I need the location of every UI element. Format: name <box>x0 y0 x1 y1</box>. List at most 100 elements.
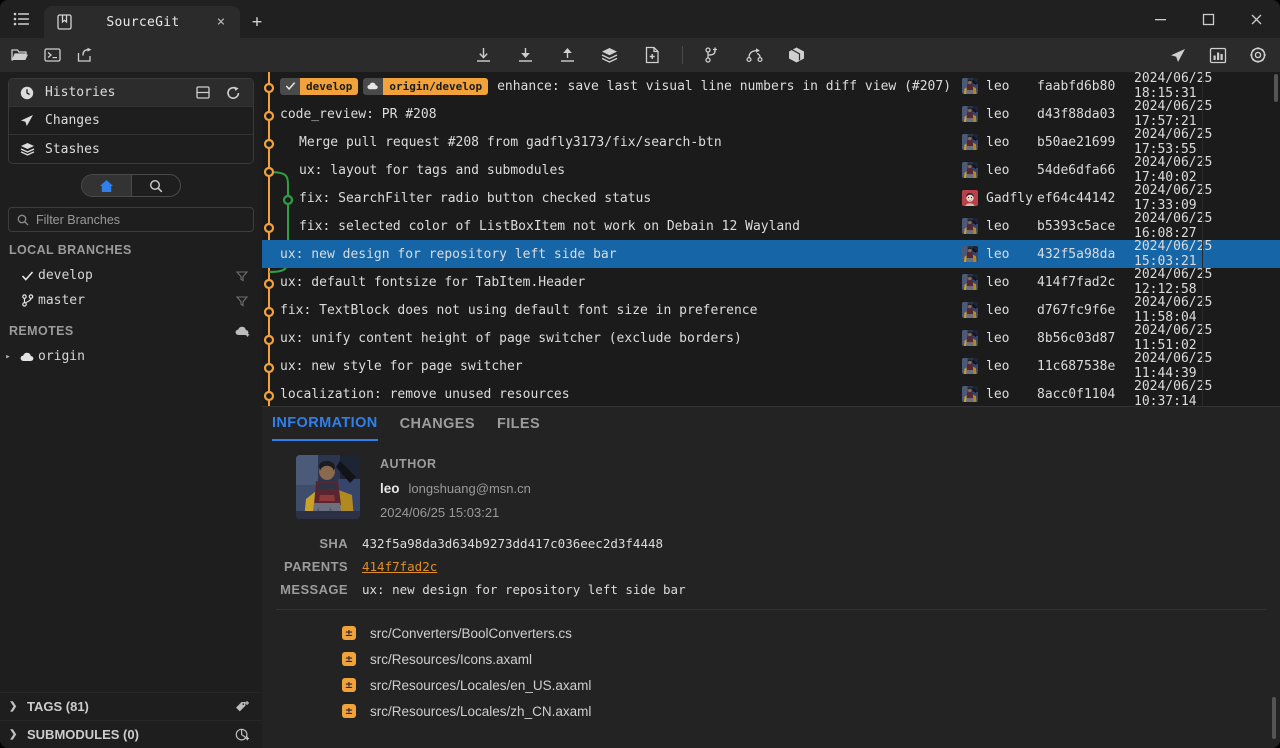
hamburger-menu-icon[interactable] <box>0 0 44 38</box>
commit-list[interactable]: develop origin/develop enhance: save last … <box>262 72 1280 406</box>
branch-decorator[interactable]: origin/develop <box>363 77 489 95</box>
commit-sha: faabfd6b80 <box>1037 78 1116 94</box>
commit-row[interactable]: ux: new style for page switcher leo 11c687… <box>262 351 1280 381</box>
commit-message: code_review: PR #208 <box>280 106 437 122</box>
files-scrollbar[interactable] <box>1272 697 1276 739</box>
refresh-icon[interactable] <box>223 86 243 100</box>
submodules-section[interactable]: ❯ SUBMODULES (0) <box>0 720 262 748</box>
filter-branches-box[interactable] <box>8 207 254 232</box>
avatar <box>962 190 978 206</box>
apply-patch-icon[interactable] <box>638 42 666 68</box>
commit-subject-cell: ux: unify content height of page switche… <box>280 324 742 352</box>
commit-subject-cell: ux: new style for page switcher <box>280 352 523 380</box>
commit-sha: d43f88da03 <box>1037 106 1116 122</box>
branch-item-master[interactable]: master <box>0 288 262 313</box>
avatar <box>962 134 978 150</box>
push-icon[interactable] <box>554 42 582 68</box>
sidebar-item-stashes[interactable]: Stashes <box>9 135 253 163</box>
close-tab-icon[interactable]: × <box>212 14 230 30</box>
preference-icon[interactable] <box>1244 42 1272 68</box>
remote-item-origin[interactable]: ▸ origin <box>0 344 262 369</box>
tags-label: TAGS (81) <box>27 699 89 714</box>
branch-icon <box>16 294 38 307</box>
add-tag-icon[interactable] <box>231 700 253 714</box>
detail-field-value: ux: new design for repository left side … <box>362 582 686 597</box>
detail-field: MESSAGE ux: new design for repository lef… <box>262 582 1280 597</box>
file-row[interactable]: ± src/Resources/Locales/zh_CN.axaml <box>262 698 1280 724</box>
commit-row[interactable]: fix: TextBlock does not using default fo… <box>262 295 1280 325</box>
new-tab-button[interactable]: + <box>240 6 274 38</box>
commit-row[interactable]: ux: default fontsize for TabItem.Header l… <box>262 267 1280 297</box>
commit-subject-cell: localization: remove unused resources <box>280 380 570 406</box>
pull-icon[interactable] <box>512 42 540 68</box>
add-submodule-icon[interactable] <box>231 728 253 742</box>
commit-row[interactable]: ux: unify content height of page switche… <box>262 323 1280 353</box>
tab-changes[interactable]: CHANGES <box>400 407 475 441</box>
minimize-button[interactable] <box>1136 0 1184 38</box>
parent-commit-link[interactable]: 414f7fad2c <box>362 559 437 574</box>
cherry-pick-icon[interactable] <box>741 42 769 68</box>
avatar <box>962 330 978 346</box>
file-path: src/Resources/Locales/zh_CN.axaml <box>370 703 592 719</box>
avatar <box>962 302 978 318</box>
commit-row[interactable]: code_review: PR #208 leo d43f88da03 2024/06… <box>262 99 1280 129</box>
commit-detail-pane: INFORMATION CHANGES FILES AUTHOR leo lon… <box>262 406 1280 748</box>
statistics-icon[interactable] <box>1204 42 1232 68</box>
send-icon[interactable] <box>1164 42 1192 68</box>
sidebar-item-changes[interactable]: Changes <box>9 107 253 135</box>
search-icon <box>17 214 29 226</box>
changed-files-list[interactable]: ± src/Converters/BoolConverters.cs ± src/Re… <box>262 610 1280 724</box>
commit-row[interactable]: fix: selected color of ListBoxItem not w… <box>262 211 1280 241</box>
file-row[interactable]: ± src/Converters/BoolConverters.cs <box>262 620 1280 646</box>
change-type-badge: ± <box>342 652 356 666</box>
search-input[interactable] <box>36 212 245 227</box>
layout-icon[interactable] <box>193 86 213 99</box>
home-view-button[interactable] <box>82 175 131 196</box>
commit-row[interactable]: Merge pull request #208 from gadfly3173/… <box>262 127 1280 157</box>
author-identity: leo longshuang@msn.cn <box>380 481 531 496</box>
tags-section[interactable]: ❯ TAGS (81) <box>0 692 262 720</box>
commit-author-name: leo <box>986 162 1010 178</box>
maximize-button[interactable] <box>1184 0 1232 38</box>
commit-time: 2024/06/25 17:33:09 <box>1134 183 1213 213</box>
new-branch-icon[interactable] <box>699 42 727 68</box>
stash-icon[interactable] <box>596 42 624 68</box>
remotes-header[interactable]: REMOTES <box>0 318 262 344</box>
sidebar-item-histories[interactable]: Histories <box>9 79 253 107</box>
commit-row[interactable]: develop origin/develop enhance: save last … <box>262 72 1280 101</box>
commit-list-scrollbar[interactable] <box>1274 74 1278 102</box>
commit-row[interactable]: fix: SearchFilter radio button checked s… <box>262 183 1280 213</box>
avatar <box>962 78 978 94</box>
repository-tab[interactable]: SourceGit × <box>44 6 240 38</box>
commit-author-name: leo <box>986 302 1010 318</box>
commit-subject-cell: ux: layout for tags and submodules <box>299 156 565 184</box>
search-view-button[interactable] <box>130 175 181 196</box>
detail-field-key: PARENTS <box>284 559 348 574</box>
commit-row[interactable]: ux: new design for repository left side … <box>262 239 1280 269</box>
tab-information[interactable]: INFORMATION <box>272 407 378 441</box>
add-remote-icon[interactable] <box>231 325 253 337</box>
tab-files[interactable]: FILES <box>497 407 540 441</box>
tree-twisty[interactable]: ▸ <box>0 352 16 362</box>
archive-icon[interactable] <box>783 42 811 68</box>
commit-subject-cell: fix: selected color of ListBoxItem not w… <box>299 212 800 240</box>
commit-row[interactable]: ux: layout for tags and submodules leo 54d… <box>262 155 1280 185</box>
fetch-icon[interactable] <box>470 42 498 68</box>
file-row[interactable]: ± src/Resources/Icons.axaml <box>262 646 1280 672</box>
local-branches-header[interactable]: LOCAL BRANCHES <box>0 237 262 263</box>
file-row[interactable]: ± src/Resources/Locales/en_US.axaml <box>262 672 1280 698</box>
close-button[interactable] <box>1232 0 1280 38</box>
clock-icon <box>19 86 35 100</box>
commit-subject-cell: fix: TextBlock does not using default fo… <box>280 296 757 324</box>
commit-message: fix: TextBlock does not using default fo… <box>280 302 758 318</box>
funnel-icon[interactable] <box>231 295 253 307</box>
commit-time: 2024/06/25 10:37:14 <box>1134 379 1213 406</box>
branch-item-develop[interactable]: develop <box>0 263 262 288</box>
commit-row[interactable]: localization: remove unused resources leo… <box>262 379 1280 406</box>
branch-decorator[interactable]: develop <box>280 77 359 95</box>
funnel-icon[interactable] <box>231 270 253 282</box>
commit-message: fix: selected color of ListBoxItem not w… <box>299 218 800 234</box>
commit-message: ux: unify content height of page switche… <box>280 330 742 346</box>
detail-field-value: 432f5a98da3d634b9273dd417c036eec2d3f4448 <box>362 536 664 551</box>
commit-author-name: leo <box>986 358 1010 374</box>
